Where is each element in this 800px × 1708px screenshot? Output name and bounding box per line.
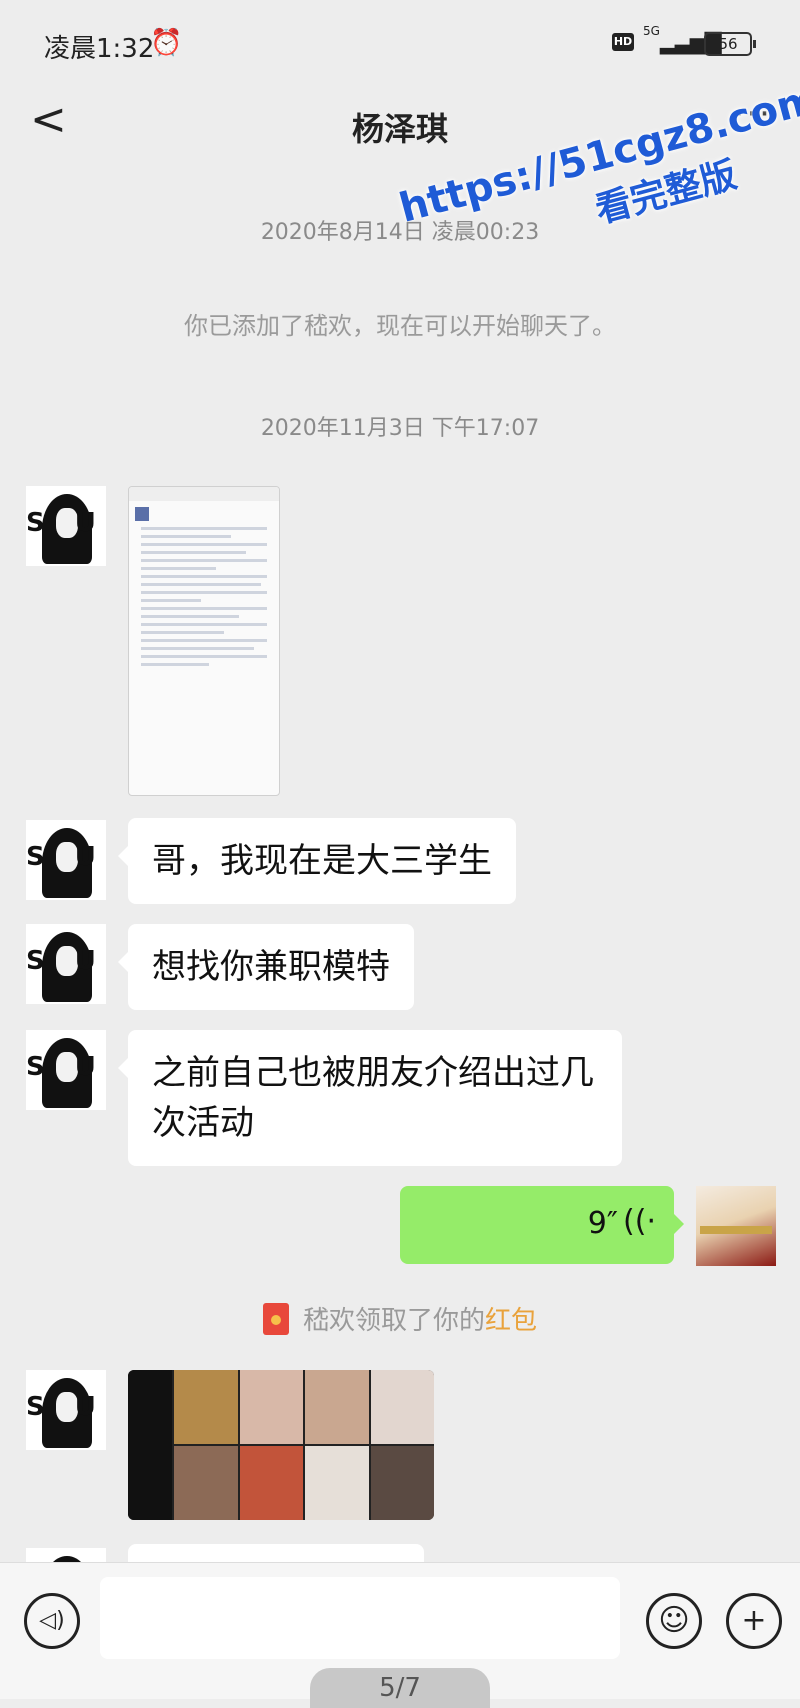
- network-type: 5G: [643, 24, 660, 38]
- incoming-message[interactable]: 想找你兼职模特: [118, 924, 414, 1010]
- contact-avatar[interactable]: [26, 1548, 106, 1562]
- photo-collage-message[interactable]: [128, 1370, 434, 1520]
- contact-avatar[interactable]: SU: [26, 924, 106, 1004]
- contact-avatar[interactable]: SU: [26, 820, 106, 900]
- voice-wave-icon: ((·: [623, 1204, 656, 1239]
- system-message: 你已添加了嵇欢，现在可以开始聊天了。: [184, 312, 616, 340]
- status-time: 凌晨1:32: [44, 34, 155, 64]
- emoji-icon[interactable]: ☺: [646, 1593, 702, 1649]
- battery-indicator: 56: [704, 32, 756, 56]
- plus-icon[interactable]: +: [726, 1593, 782, 1649]
- page-indicator: 5/7: [310, 1668, 490, 1708]
- alarm-icon: ⏰: [150, 28, 183, 58]
- contact-avatar[interactable]: SU: [26, 1030, 106, 1110]
- voice-duration: 9″: [587, 1206, 618, 1241]
- my-avatar[interactable]: [696, 1186, 776, 1266]
- outgoing-voice-message[interactable]: 9″ ((·: [400, 1186, 684, 1264]
- timestamp: 2020年11月3日 下午17:07: [260, 416, 540, 441]
- message-input[interactable]: [100, 1577, 620, 1659]
- voice-icon[interactable]: ◁): [24, 1593, 80, 1649]
- red-packet-notice: 嵇欢领取了你的红包: [0, 1300, 800, 1337]
- incoming-message[interactable]: 之前自己也被朋友介绍出过几次活动: [118, 1030, 622, 1166]
- contact-avatar[interactable]: SU: [26, 486, 106, 566]
- incoming-message-partial: [128, 1544, 424, 1562]
- red-packet-text: 嵇欢领取了你的: [302, 1306, 485, 1336]
- timestamp: 2020年8月14日 凌晨00:23: [260, 220, 540, 245]
- status-bar: 凌晨1:32 ⏰ HD 5G ▂▃▅▇ 56: [0, 0, 800, 88]
- screenshot-image-message[interactable]: [128, 486, 280, 796]
- contact-avatar[interactable]: SU: [26, 1370, 106, 1450]
- incoming-message[interactable]: 哥，我现在是大三学生: [118, 818, 516, 904]
- red-packet-link[interactable]: 红包: [485, 1306, 537, 1336]
- red-envelope-icon: [262, 1303, 289, 1335]
- hd-badge: HD: [612, 33, 634, 51]
